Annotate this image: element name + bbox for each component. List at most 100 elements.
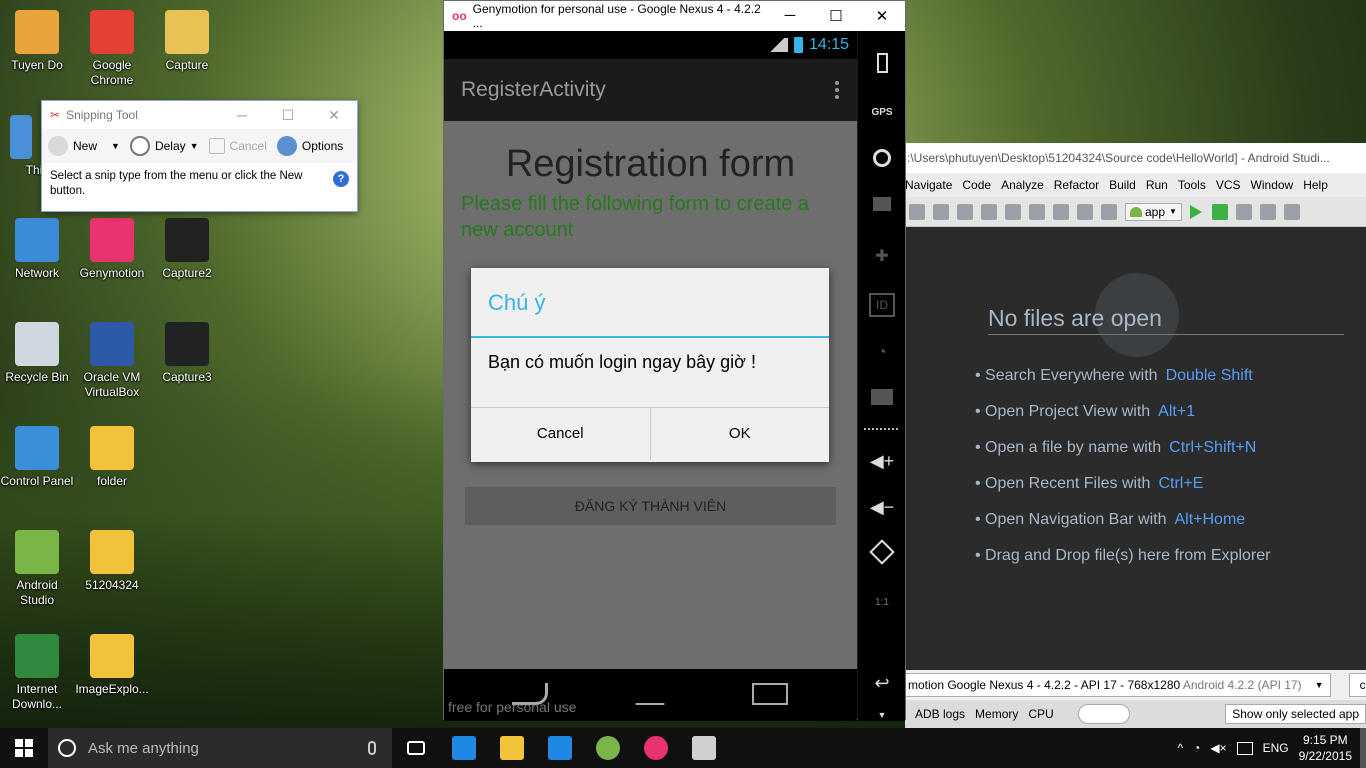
tab-cpu[interactable]: CPU [1028,707,1053,721]
help-icon[interactable]: ? [333,171,349,187]
options-button[interactable]: Options [276,136,343,156]
filter-selector[interactable]: Show only selected app [1225,704,1366,724]
start-button[interactable] [0,728,48,768]
desktop-icon[interactable]: Android Studio [0,530,74,608]
taskbar-task-view-button[interactable] [392,728,440,768]
snipping-tool-titlebar[interactable]: ✂ Snipping Tool ─ ☐ ✕ [42,101,357,129]
recent-apps-icon[interactable] [752,683,788,705]
device-id-widget-icon[interactable]: ID [869,293,895,317]
home-nav-icon[interactable] [635,683,665,705]
android-studio-titlebar[interactable]: :\Users\phutuyen\Desktop\51204324\Source… [905,143,1366,173]
menu-item[interactable]: Code [962,178,991,192]
cortana-search[interactable]: Ask me anything [48,728,392,768]
desktop-icon[interactable]: Control Panel [0,426,74,489]
process-selector[interactable]: com. [1348,673,1366,697]
desktop-icon[interactable]: Recycle Bin [0,322,74,385]
menu-item[interactable]: Navigate [905,178,952,192]
desktop-icon[interactable]: 51204324 [75,530,149,593]
dialog-ok-button[interactable]: OK [651,408,830,460]
redo-icon[interactable] [909,203,925,220]
desktop-icon[interactable]: Capture2 [150,218,224,281]
pixel-perfect-icon[interactable]: 1:1 [869,591,895,615]
replace-icon[interactable] [1029,203,1045,220]
sync-icon[interactable] [1259,203,1276,220]
settings-icon[interactable] [1283,203,1300,220]
close-button[interactable]: ✕ [859,7,905,25]
volume-up-icon[interactable]: ◀+ [869,449,895,473]
volume-icon[interactable]: ◀× [1210,741,1226,755]
paste-icon[interactable] [981,203,997,220]
genymotion-titlebar[interactable]: oo Genymotion for personal use - Google … [444,1,905,31]
app-selector[interactable]: app ▼ [1125,202,1182,221]
volume-down-icon[interactable]: ◀− [869,495,895,519]
cut-icon[interactable] [933,203,949,220]
back-icon[interactable]: ↩ [869,671,895,695]
device-screen[interactable]: 14:15 RegisterActivity Registration form… [444,31,857,721]
chevron-down-icon[interactable]: ▼ [111,141,120,151]
language-indicator[interactable]: ENG [1263,741,1289,755]
device-selector[interactable]: motion Google Nexus 4 - 4.2.2 - API 17 -… [905,673,1331,697]
rotate-icon[interactable] [869,539,895,567]
snipping-tool-window[interactable]: ✂ Snipping Tool ─ ☐ ✕ New ▼ Delay ▼ Canc… [41,100,358,212]
desktop-icon[interactable]: Internet Downlo... [0,634,74,712]
make-icon[interactable] [1101,203,1117,220]
desktop-icon[interactable]: Oracle VM VirtualBox [75,322,149,400]
desktop-icon[interactable]: Tuyen Do [0,10,74,73]
network-icon[interactable]: ◔ [1193,741,1200,755]
android-studio-window[interactable]: :\Users\phutuyen\Desktop\51204324\Source… [905,143,1366,728]
back-icon[interactable] [1053,203,1069,220]
attach-debugger-icon[interactable] [1235,203,1252,220]
overflow-menu-icon[interactable] [835,81,839,99]
notifications-icon[interactable] [1360,728,1366,768]
capture-widget-icon[interactable] [869,197,895,221]
desktop-icon[interactable]: folder [75,426,149,489]
menu-item[interactable]: Analyze [1001,178,1044,192]
menu-item[interactable]: Refactor [1054,178,1099,192]
microphone-icon[interactable] [368,741,376,755]
desktop-icon[interactable]: Capture [150,10,224,73]
menu-item[interactable]: Run [1146,178,1168,192]
copy-icon[interactable] [957,203,973,220]
genymotion-window[interactable]: oo Genymotion for personal use - Google … [443,0,906,721]
maximize-button[interactable]: ☐ [813,7,859,25]
new-button[interactable]: New ▼ [48,136,120,156]
taskbar-android-studio-button[interactable] [584,728,632,768]
webcam-widget-icon[interactable] [869,149,895,173]
chevron-up-icon[interactable]: ^ [1177,741,1183,755]
desktop-icon[interactable]: Google Chrome [75,10,149,88]
action-center-icon[interactable] [1236,741,1253,755]
register-button[interactable]: ĐĂNG KÝ THÀNH VIÊN [465,487,836,525]
taskbar-store-button[interactable] [536,728,584,768]
dpad-widget-icon[interactable]: ✚ [869,245,895,269]
close-button[interactable]: ✕ [311,107,357,124]
chevron-down-icon[interactable]: ▼ [869,703,895,727]
run-icon[interactable] [1189,204,1202,219]
desktop-icon[interactable]: Genymotion [75,218,149,281]
tab-memory[interactable]: Memory [975,707,1018,721]
menu-item[interactable]: Build [1109,178,1136,192]
menu-item[interactable]: Window [1251,178,1294,192]
gps-widget-icon[interactable]: GPS [869,101,895,125]
menu-item[interactable]: Help [1303,178,1328,192]
battery-widget-icon[interactable] [869,53,895,77]
clock[interactable]: 9:15 PM 9/22/2015 [1299,732,1352,764]
minimize-button[interactable]: ─ [767,7,813,25]
forward-icon[interactable] [1077,203,1093,220]
menu-item[interactable]: VCS [1216,178,1241,192]
taskbar-file-explorer-button[interactable] [488,728,536,768]
sms-widget-icon[interactable] [869,389,895,413]
network-widget-icon[interactable]: ◔ [869,341,895,365]
find-icon[interactable] [1005,203,1021,220]
debug-icon[interactable] [1211,203,1228,220]
maximize-button[interactable]: ☐ [265,107,311,124]
desktop-icon[interactable]: Network [0,218,74,281]
desktop-icon[interactable]: Capture3 [150,322,224,385]
delay-button[interactable]: Delay ▼ [129,136,199,156]
cancel-button[interactable]: Cancel [208,138,267,154]
minimize-button[interactable]: ─ [219,107,265,124]
editor-area[interactable]: No files are open • Search Everywhere wi… [905,228,1366,668]
dialog-cancel-button[interactable]: Cancel [471,408,651,460]
tab-adb-logs[interactable]: ADB logs [915,707,965,721]
menu-item[interactable]: Tools [1178,178,1206,192]
taskbar-snipping-tool-button[interactable] [680,728,728,768]
